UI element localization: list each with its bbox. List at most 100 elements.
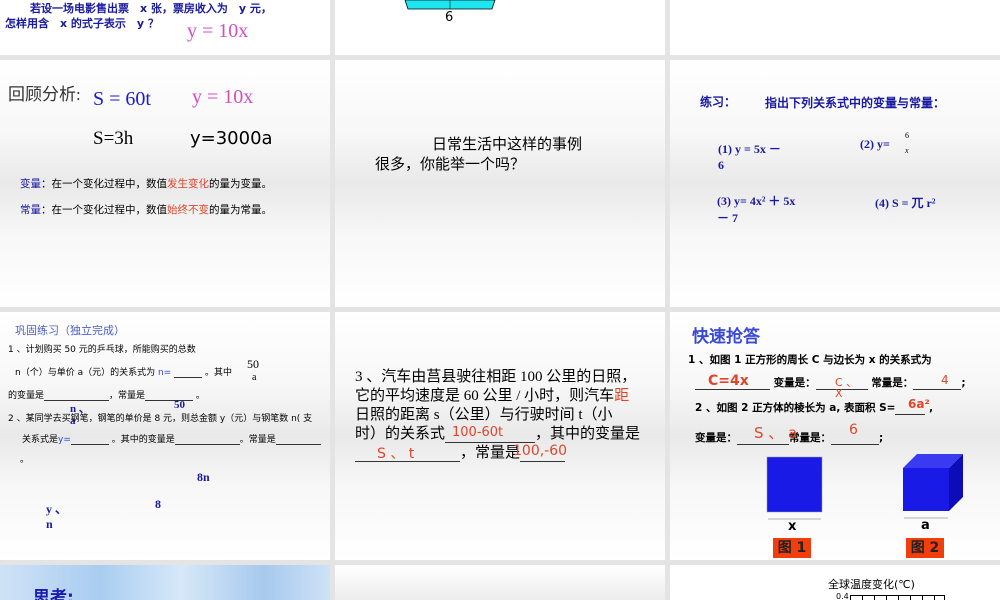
q-text: 关系式是 (22, 435, 59, 445)
question-2: 2 、如图 2 正方体的棱长为 a, 表面积 S= , (695, 402, 934, 415)
question-line-1: 若设一场电影售出票 x 张，票房收入为 y 元， (30, 2, 272, 15)
def-text-end: 的量为常量。 (209, 204, 272, 216)
answer-n2: n (46, 517, 53, 531)
slide-thumbnail-4[interactable]: 回顾分析: S = 60t y = 10x S=3h y=3000a 变量：在一… (0, 60, 330, 307)
formula-4: y=3000a (190, 128, 273, 149)
expr-3a: (3) y= 4x² ＋ 5x (717, 194, 796, 208)
trapezoid-shape (404, 0, 496, 10)
text-line-2: 它的平均速度是 60 公里 / 小时，则汽车距 (355, 384, 629, 405)
q-text: 的变量是 (8, 391, 45, 401)
expr-1b: 6 (718, 158, 724, 172)
text-line-2: 很多，你能举一个吗？ (375, 155, 526, 173)
slide-title: 巩固练习（独立完成） (15, 324, 125, 337)
slide-title: 思考: (33, 588, 74, 600)
text-red: 距 (614, 388, 630, 404)
square-figure (766, 454, 963, 520)
slide-thumbnail-3[interactable] (670, 0, 1000, 55)
text: 时）的关系式 (355, 426, 446, 442)
text: ，常量是 (460, 445, 521, 461)
text: 它的平均速度是 60 公里 / 小时，则汽车 (355, 388, 615, 404)
highlight: 始终不变 (167, 204, 209, 216)
term: 变量 (20, 178, 41, 190)
formula-2: y = 10x (192, 86, 254, 108)
chart-grid (850, 595, 945, 600)
answer-area: 6a² (908, 397, 930, 411)
slide-thumbnail-9[interactable]: 快速抢答 1 、如图 1 正方形的周长 C 与边长为 x 的关系式为 变量是： … (670, 312, 1000, 560)
answer-formula: y = 10x (187, 20, 249, 42)
slide-title: 练习： (700, 95, 737, 109)
figure-2-side-label: a (921, 518, 930, 533)
q-text: n（个）与单价 a（元）的关系式为 (15, 368, 156, 378)
question-2-line-1: 2 、某同学去买钢笔，钢笔的单价是 8 元，则总金额 y（元）与钢笔数 n( 支 (8, 414, 313, 424)
question-2-end: 。 (20, 455, 30, 465)
figure-2-caption: 图 2 (906, 538, 944, 558)
question-1-line-2: n（个）与单价 a（元）的关系式为 n= 。其中 (15, 365, 232, 378)
chart-title: 全球温度变化(℃) (828, 578, 915, 591)
slide-thumbnail-1[interactable]: 若设一场电影售出票 x 张，票房收入为 y 元， 怎样用含 x 的式子表示 y … (0, 0, 330, 55)
figure-1-side-label: x (788, 519, 797, 534)
answer-8: 8 (155, 497, 161, 511)
chart-tick: 0.4 (836, 592, 849, 600)
def-text: ：在一个变化过程中，数值 (41, 178, 167, 190)
q-var: y= (58, 435, 71, 445)
expr-4: (4) S = 兀 r² (875, 196, 936, 210)
def-text-end: 的量为变量。 (209, 178, 272, 190)
formula-1: S = 60t (93, 88, 151, 110)
fraction-numerator: 50 (247, 357, 259, 371)
answer-relation: 100-60t (452, 425, 504, 440)
slide-thumbnail-11[interactable] (335, 565, 665, 600)
slide-thumbnail-7[interactable]: 巩固练习（独立完成） 1 、计划购买 50 元的乒乓球，所能购买的总数 n（个）… (0, 312, 330, 560)
question-line-2: 怎样用含 x 的式子表示 y ？ (5, 17, 159, 30)
answer-variables: S 、 t (377, 446, 415, 462)
label: 变量是： (695, 432, 737, 444)
slide-thumbnail-10[interactable]: 思考: (0, 565, 330, 600)
q-text: 2 、如图 2 正方体的棱长为 a, 表面积 S= (695, 402, 896, 414)
answer-y: y 、 (46, 502, 68, 516)
answer-constant: 4 (941, 373, 949, 387)
text-line-1: 日常生活中这样的事例 (432, 135, 583, 153)
slide-title: 回顾分析: (8, 85, 81, 104)
answer-variables-2: S 、 a (754, 424, 798, 442)
answer-constants: 100,-60 (513, 443, 568, 459)
expr-2: (2) y= (860, 137, 890, 151)
figure-1-caption: 图 1 (773, 538, 811, 558)
answer-constant-2: 6 (849, 422, 858, 438)
side-length-label: 6 (445, 10, 454, 25)
answer-50: 50 (174, 399, 185, 411)
slide-title: 快速抢答 (692, 327, 760, 347)
label: 变量是： (773, 377, 816, 389)
slide-thumbnail-8[interactable]: 3 、汽车由莒县驶往相距 100 公里的日照， 它的平均速度是 60 公里 / … (335, 312, 665, 560)
slide-thumbnail-6[interactable]: 练习： 指出下列关系式中的变量与常量： (1) y = 5x － 6 (2) y… (670, 60, 1000, 307)
def-text: ：在一个变化过程中，数值 (41, 204, 167, 216)
definition-variable: 变量：在一个变化过程中，数值发生变化的量为变量。 (20, 176, 272, 191)
q-text: 。常量是 (239, 435, 276, 445)
answer-8n: 8n (197, 470, 210, 484)
text-line-1: 3 、汽车由莒县驶往相距 100 公里的日照， (355, 369, 637, 385)
expr-3b: － 7 (717, 211, 739, 225)
expr-2-denominator: x (905, 146, 909, 155)
instruction: 指出下列关系式中的变量与常量： (765, 96, 946, 110)
q-text: 。其中 (204, 368, 232, 378)
question-2-line-2: 关系式是y= 。其中的变量是 。常量是 (22, 432, 321, 445)
q-text: 。其中的变量是 (111, 435, 175, 445)
label: 常量是： (871, 377, 914, 389)
formula-3: S=3h (93, 128, 134, 149)
question-1: 1 、如图 1 正方形的周长 C 与边长为 x 的关系式为 (688, 354, 932, 366)
slide-thumbnail-12[interactable]: 全球温度变化(℃) 0.4 (670, 565, 1000, 600)
text: ，其中的变量是 (535, 426, 641, 442)
answer-formula: C=4x (708, 373, 749, 389)
definition-constant: 常量：在一个变化过程中，数值始终不变的量为常量。 (20, 202, 272, 217)
slide-thumbnail-2[interactable]: 6 (335, 0, 665, 55)
q-text: 。 (195, 391, 205, 401)
expr-2-numerator: 6 (905, 131, 909, 140)
text-line-3: 日照的距离 s（公里）与行驶时间 t（小 (355, 407, 613, 423)
question-1-line-1: 1 、计划购买 50 元的乒乓球，所能购买的总数 (8, 345, 196, 355)
fraction-denominator: a (252, 372, 257, 383)
highlight: 发生变化 (167, 178, 209, 190)
slide-thumbnail-5[interactable]: 日常生活中这样的事例 很多，你能举一个吗？ (335, 60, 665, 307)
term: 常量 (20, 204, 41, 216)
q-var: n= (157, 368, 172, 378)
q-text: ，常量是 (109, 391, 146, 401)
answer-variable-x: X (835, 387, 843, 400)
expr-1a: (1) y = 5x － (718, 142, 781, 156)
